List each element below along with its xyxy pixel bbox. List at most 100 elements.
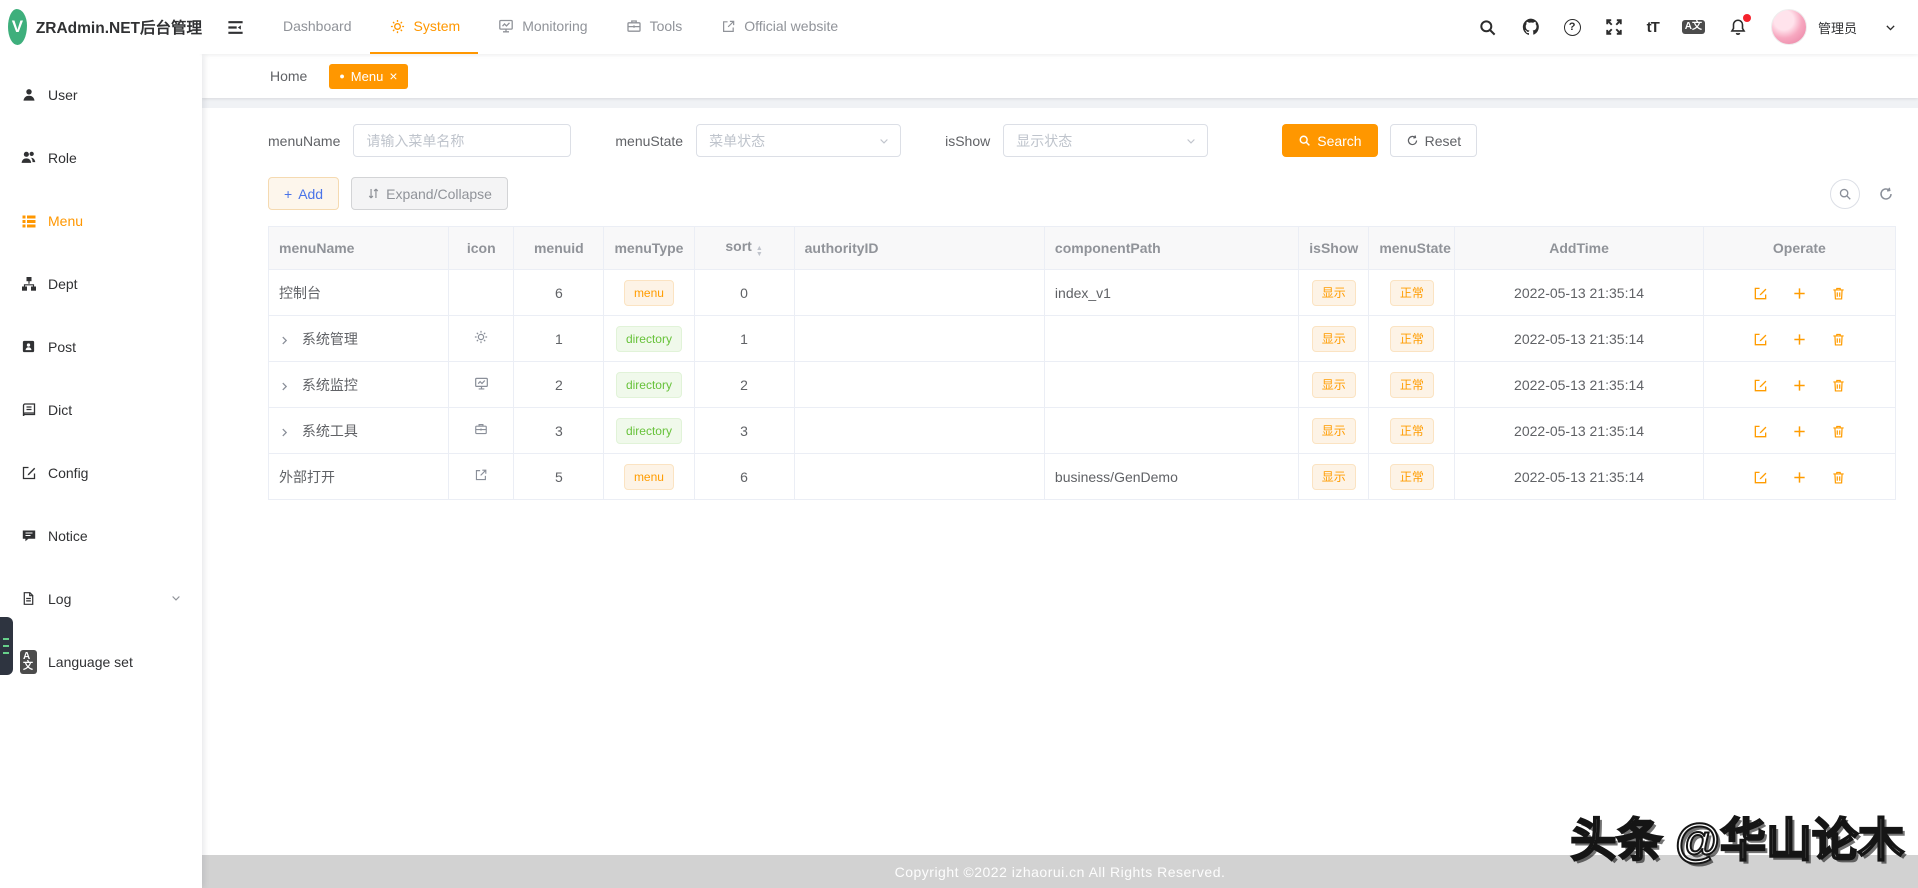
expand-collapse-button[interactable]: Expand/Collapse	[351, 177, 508, 210]
dept-tree-icon	[20, 275, 37, 292]
is-show-select[interactable]: 显示状态	[1003, 124, 1209, 157]
tab-menu[interactable]: ● Menu ×	[329, 63, 408, 89]
menu-name-input[interactable]: 请输入菜单名称	[353, 124, 572, 157]
nav-label: System	[413, 18, 461, 34]
add-button[interactable]: + Add	[268, 177, 340, 210]
expand-row-icon[interactable]	[279, 381, 290, 392]
delete-icon[interactable]	[1831, 332, 1846, 347]
add-child-icon[interactable]	[1792, 332, 1807, 347]
top-header: Dashboard System Monitoring Tools Offici…	[202, 0, 1918, 54]
chevron-down-icon	[880, 138, 888, 144]
delete-icon[interactable]	[1831, 286, 1846, 301]
sidebar-item-language-set[interactable]: A文 Language set	[0, 630, 202, 693]
chevron-down-icon[interactable]	[170, 591, 182, 607]
sidebar: User Role Menu Dept Post Dict Config Not…	[0, 54, 202, 888]
cell-add-time: 2022-05-13 21:35:14	[1454, 315, 1704, 362]
sidebar-item-dept[interactable]: Dept	[0, 252, 202, 315]
sidebar-item-post[interactable]: Post	[0, 315, 202, 378]
refresh-icon	[1407, 135, 1417, 146]
log-file-icon	[20, 590, 37, 607]
sidebar-item-user[interactable]: User	[0, 63, 202, 126]
add-child-icon[interactable]	[1792, 424, 1807, 439]
cell-sort: 3	[693, 407, 795, 454]
tab-home[interactable]: Home	[270, 68, 307, 84]
chevron-down-icon	[1187, 138, 1196, 144]
cell-add-time: 2022-05-13 21:35:14	[1454, 269, 1704, 316]
github-icon[interactable]	[1521, 17, 1541, 37]
table-row[interactable]: 控制台 6 menu 0 index_v1 显示 正常 2022-05-13 2…	[267, 269, 1897, 316]
sidebar-item-config[interactable]: Config	[0, 441, 202, 504]
refresh-icon[interactable]	[1876, 184, 1896, 204]
logo-letter: V	[11, 17, 24, 36]
user-name[interactable]: 管理员	[1818, 18, 1857, 37]
nav-label: Official website	[744, 18, 839, 34]
delete-icon[interactable]	[1831, 378, 1846, 393]
cell-add-time: 2022-05-13 21:35:14	[1454, 453, 1704, 500]
avatar[interactable]	[1770, 9, 1807, 45]
help-icon[interactable]: ?	[1563, 18, 1581, 36]
close-icon[interactable]: ×	[389, 69, 397, 83]
is-show-tag: 显示	[1311, 371, 1356, 398]
sidebar-item-notice[interactable]: Notice	[0, 504, 202, 567]
add-button-label: Add	[298, 185, 324, 202]
search-icon[interactable]	[1478, 17, 1498, 37]
translate-icon[interactable]: A文	[1681, 20, 1705, 34]
menu-type-tag: directory	[615, 325, 682, 352]
edit-icon[interactable]	[1753, 286, 1768, 301]
show-search-button[interactable]	[1830, 178, 1860, 209]
toolbar-right	[1830, 178, 1896, 209]
monitor-icon	[474, 376, 489, 391]
nav-dashboard[interactable]: Dashboard	[265, 0, 370, 54]
nav-official-website[interactable]: Official website	[700, 0, 856, 54]
sidebar-item-label: Dict	[48, 401, 73, 418]
sidebar-item-log[interactable]: Log	[0, 567, 202, 630]
expand-row-icon[interactable]	[279, 335, 290, 346]
table-row[interactable]: 系统监控 2 directory 2 显示 正常 2022-05-13 21:3…	[267, 361, 1897, 408]
add-child-icon[interactable]	[1792, 286, 1807, 301]
cell-component-path: index_v1	[1043, 269, 1300, 316]
chevron-down-icon[interactable]	[1880, 17, 1900, 37]
app-window: V ZRAdmin.NET后台管理 Dashboard System Monit…	[0, 0, 1918, 888]
nav-system[interactable]: System	[369, 0, 479, 54]
edit-icon[interactable]	[1753, 470, 1768, 485]
is-show-tag: 显示	[1311, 279, 1356, 306]
nav-monitoring[interactable]: Monitoring	[478, 0, 605, 54]
col-sort[interactable]: sort ▲ ▼	[693, 226, 795, 270]
edit-icon[interactable]	[1753, 332, 1768, 347]
nav-tools[interactable]: Tools	[606, 0, 701, 54]
col-operate: Operate	[1702, 226, 1897, 270]
table-row[interactable]: 外部打开 5 menu 6 business/GenDemo 显示 正常 202…	[267, 453, 1897, 500]
sidebar-item-dict[interactable]: Dict	[0, 378, 202, 441]
toolbox-icon	[624, 16, 644, 36]
content: menuName 请输入菜单名称 menuState 菜单状态 isShow 显…	[202, 98, 1918, 855]
edit-icon[interactable]	[1753, 378, 1768, 393]
sidebar-item-label: Log	[48, 590, 72, 607]
cell-menu-name: 系统管理	[301, 330, 358, 347]
table-row[interactable]: 系统工具 3 directory 3 显示 正常 2022-05-13 21:3…	[267, 407, 1897, 454]
copyright-text: Copyright ©2022 izhaorui.cn All Rights R…	[894, 863, 1226, 880]
bell-icon[interactable]	[1728, 14, 1751, 37]
add-child-icon[interactable]	[1792, 470, 1807, 485]
sidebar-item-label: Menu	[48, 212, 84, 229]
delete-icon[interactable]	[1831, 470, 1846, 485]
fullscreen-icon[interactable]	[1604, 17, 1624, 37]
reset-button[interactable]: Reset	[1389, 124, 1478, 157]
delete-icon[interactable]	[1831, 424, 1846, 439]
capture-tool-handle[interactable]	[0, 617, 13, 675]
cell-authority-id	[793, 269, 1045, 316]
sidebar-item-role[interactable]: Role	[0, 126, 202, 189]
edit-icon[interactable]	[1753, 424, 1768, 439]
col-menuid: menuid	[513, 226, 605, 270]
is-show-label: isShow	[945, 132, 991, 149]
sort-carets-icon[interactable]: ▲ ▼	[756, 245, 763, 259]
table-row[interactable]: 系统管理 1 directory 1 显示 正常 2022-05-13 21:3…	[267, 315, 1897, 362]
font-size-icon[interactable]: tT	[1647, 19, 1660, 36]
sidebar-collapse-icon[interactable]	[202, 18, 265, 37]
expand-row-icon[interactable]	[279, 427, 290, 438]
add-child-icon[interactable]	[1792, 378, 1807, 393]
search-button[interactable]: Search	[1282, 124, 1378, 157]
sidebar-item-menu[interactable]: Menu	[0, 189, 202, 252]
brand: V ZRAdmin.NET后台管理	[0, 0, 202, 54]
menu-state-select[interactable]: 菜单状态	[696, 124, 902, 157]
language-icon: A文	[20, 649, 37, 674]
